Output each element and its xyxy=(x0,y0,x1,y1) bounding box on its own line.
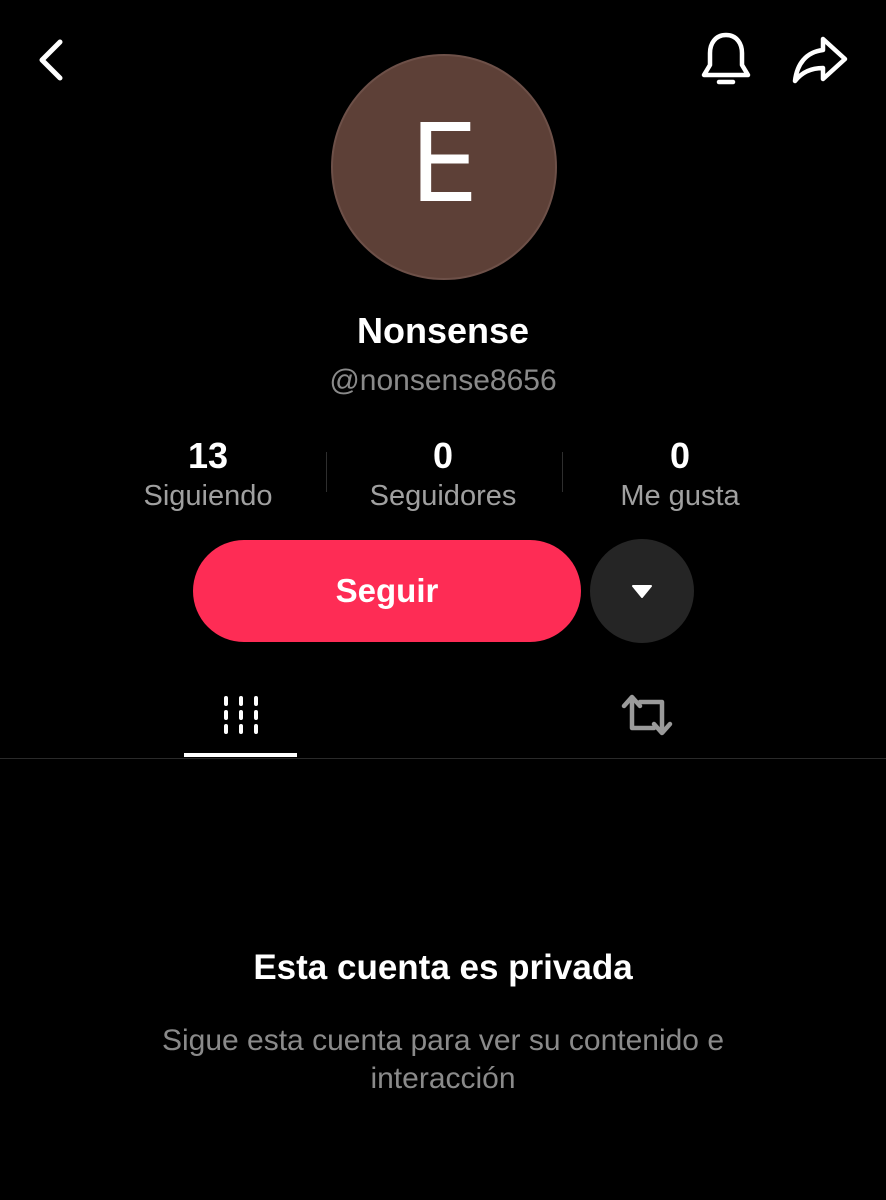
stat-followers-label: Seguidores xyxy=(369,480,517,512)
videos-grid-icon xyxy=(223,696,258,734)
stat-following-label: Siguiendo xyxy=(143,480,273,512)
stat-likes[interactable]: 0 Me gusta xyxy=(562,434,798,514)
username: @nonsense8656 xyxy=(329,364,557,397)
stat-likes-label: Me gusta xyxy=(620,480,740,512)
stat-followers[interactable]: 0 Seguidores xyxy=(325,434,561,514)
avatar[interactable]: E xyxy=(331,54,557,280)
tabs-divider xyxy=(0,758,886,759)
share-button[interactable] xyxy=(786,28,854,92)
private-account-title: Esta cuenta es privada xyxy=(253,948,633,987)
stat-likes-value: 0 xyxy=(669,435,691,476)
back-button[interactable] xyxy=(22,30,82,90)
suggested-accounts-button[interactable] xyxy=(590,539,694,643)
display-name: Nonsense xyxy=(356,310,530,351)
repost-icon xyxy=(621,694,672,736)
stat-following[interactable]: 13 Siguiendo xyxy=(90,434,326,514)
avatar-initial: E xyxy=(409,102,479,227)
profile-stats: 13 Siguiendo 0 Seguidores 0 Me gusta xyxy=(88,434,798,524)
stat-following-value: 13 xyxy=(187,435,229,476)
caret-down-icon xyxy=(632,585,652,598)
tab-reposts[interactable] xyxy=(590,672,703,758)
tab-videos[interactable] xyxy=(184,672,297,758)
share-arrow-icon xyxy=(792,36,848,84)
active-tab-indicator xyxy=(184,753,297,757)
private-account-description: Sigue esta cuenta para ver su contenido … xyxy=(161,1024,725,1095)
stat-followers-value: 0 xyxy=(432,435,454,476)
follow-button[interactable]: Seguir xyxy=(193,540,581,642)
bell-icon xyxy=(701,32,751,85)
notification-bell-button[interactable] xyxy=(694,28,758,92)
chevron-left-icon xyxy=(39,39,63,81)
